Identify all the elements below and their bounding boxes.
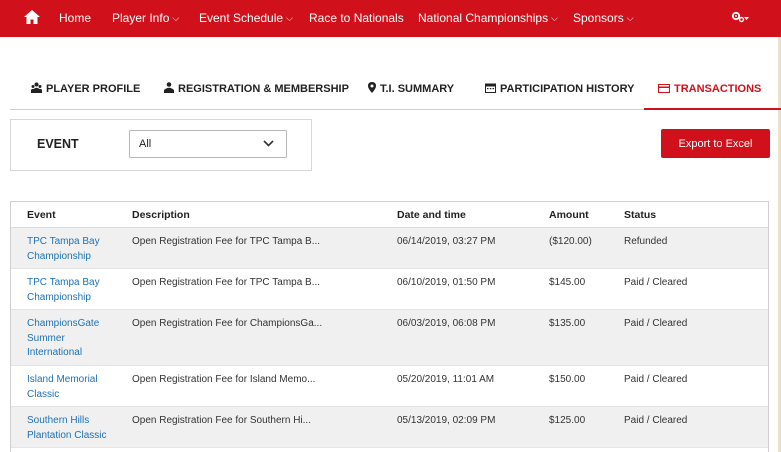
status-cell: Paid / Cleared [624, 277, 688, 288]
gears-icon [731, 11, 749, 23]
datetime-cell: 05/20/2019, 11:01 AM [397, 374, 495, 385]
home-icon[interactable] [24, 10, 40, 24]
tab-registration-membership[interactable]: REGISTRATION & MEMBERSHIP [164, 70, 349, 109]
chevron-down-icon: ⌵ [551, 13, 558, 23]
calendar-icon [485, 83, 496, 93]
tab-ti-summary[interactable]: T.I. SUMMARY [368, 70, 454, 109]
nav-race-to-nationals[interactable]: Race to Nationals [309, 0, 404, 37]
description-cell: Open Registration Fee for TPC Tampa B... [132, 236, 321, 247]
nav-player-info[interactable]: Player Info ⌵ [112, 0, 179, 37]
amount-cell: $135.00 [549, 318, 586, 329]
credit-card-icon [658, 84, 670, 93]
table-row: ChampionsGate Summer International Open … [11, 310, 768, 366]
event-link[interactable]: TPC Tampa Bay Championship [27, 276, 109, 305]
person-icon [164, 82, 174, 93]
datetime-cell: 05/13/2019, 02:09 PM [397, 415, 496, 426]
profile-tabs: PLAYER PROFILE REGISTRATION & MEMBERSHIP… [10, 70, 781, 110]
nav-sponsors[interactable]: Sponsors ⌵ [573, 0, 634, 37]
table-row: TPC Tampa Bay Championship Open Registra… [11, 228, 768, 269]
nav-national-championships[interactable]: National Championships ⌵ [418, 0, 558, 37]
description-cell: Open Registration Fee for TPC Tampa B... [132, 277, 321, 288]
chevron-down-icon: ⌵ [286, 13, 293, 23]
event-link[interactable]: Southern Hills Plantation Classic [27, 414, 109, 443]
settings-menu[interactable] [731, 11, 749, 26]
nav-event-schedule[interactable]: Event Schedule ⌵ [199, 0, 293, 37]
status-cell: Refunded [624, 236, 668, 247]
amount-cell: $145.00 [549, 277, 586, 288]
description-cell: Open Registration Fee for Southern Hi... [132, 415, 311, 426]
column-header-amount[interactable]: Amount [549, 209, 589, 221]
chevron-down-icon: ⌵ [172, 13, 180, 23]
amount-cell: $125.00 [549, 415, 586, 426]
status-cell: Paid / Cleared [624, 318, 688, 329]
event-filter-label: EVENT [37, 137, 79, 151]
datetime-cell: 06/14/2019, 03:27 PM [397, 236, 496, 247]
event-link[interactable]: ChampionsGate Summer International [27, 317, 109, 361]
datetime-cell: 06/03/2019, 06:08 PM [397, 318, 496, 329]
amount-cell: $150.00 [549, 374, 586, 385]
event-select[interactable]: All [129, 130, 287, 158]
table-row: TPC Tampa Bay Championship Open Registra… [11, 269, 768, 310]
export-to-excel-button[interactable]: Export to Excel [661, 129, 770, 158]
status-cell: Paid / Cleared [624, 374, 688, 385]
top-nav-bar: Home Player Info ⌵ Event Schedule ⌵ Race t… [0, 0, 781, 37]
description-cell: Open Registration Fee for ChampionsGa... [132, 318, 323, 329]
transactions-table: Event Description Date and time Amount S… [10, 201, 769, 452]
event-select-value: All [139, 138, 152, 150]
event-link[interactable]: Island Memorial Classic [27, 373, 109, 402]
players-icon [31, 82, 42, 93]
tab-player-profile[interactable]: PLAYER PROFILE [31, 70, 140, 109]
table-header: Event Description Date and time Amount S… [11, 202, 768, 228]
status-cell: Paid / Cleared [624, 415, 688, 426]
column-header-date[interactable]: Date and time [397, 209, 466, 221]
table-row: Southern Hills Plantation Classic Open R… [11, 407, 768, 448]
map-pin-icon [368, 82, 376, 93]
column-header-description[interactable]: Description [132, 209, 190, 221]
table-row [11, 448, 768, 452]
column-header-status[interactable]: Status [624, 209, 656, 221]
amount-cell: ($120.00) [549, 236, 592, 247]
tab-transactions[interactable]: TRANSACTIONS [643, 70, 781, 110]
nav-home[interactable]: Home [59, 0, 91, 37]
tab-participation-history[interactable]: PARTICIPATION HISTORY [485, 70, 634, 109]
column-header-event[interactable]: Event [27, 209, 56, 221]
description-cell: Open Registration Fee for Island Memo... [132, 374, 316, 385]
chevron-down-icon: ⌵ [626, 13, 634, 23]
event-filter-panel: EVENT All [10, 119, 312, 171]
event-link[interactable]: TPC Tampa Bay Championship [27, 235, 109, 264]
datetime-cell: 06/10/2019, 01:50 PM [397, 277, 496, 288]
table-row: Island Memorial Classic Open Registratio… [11, 366, 768, 407]
chevron-down-icon [263, 140, 274, 147]
